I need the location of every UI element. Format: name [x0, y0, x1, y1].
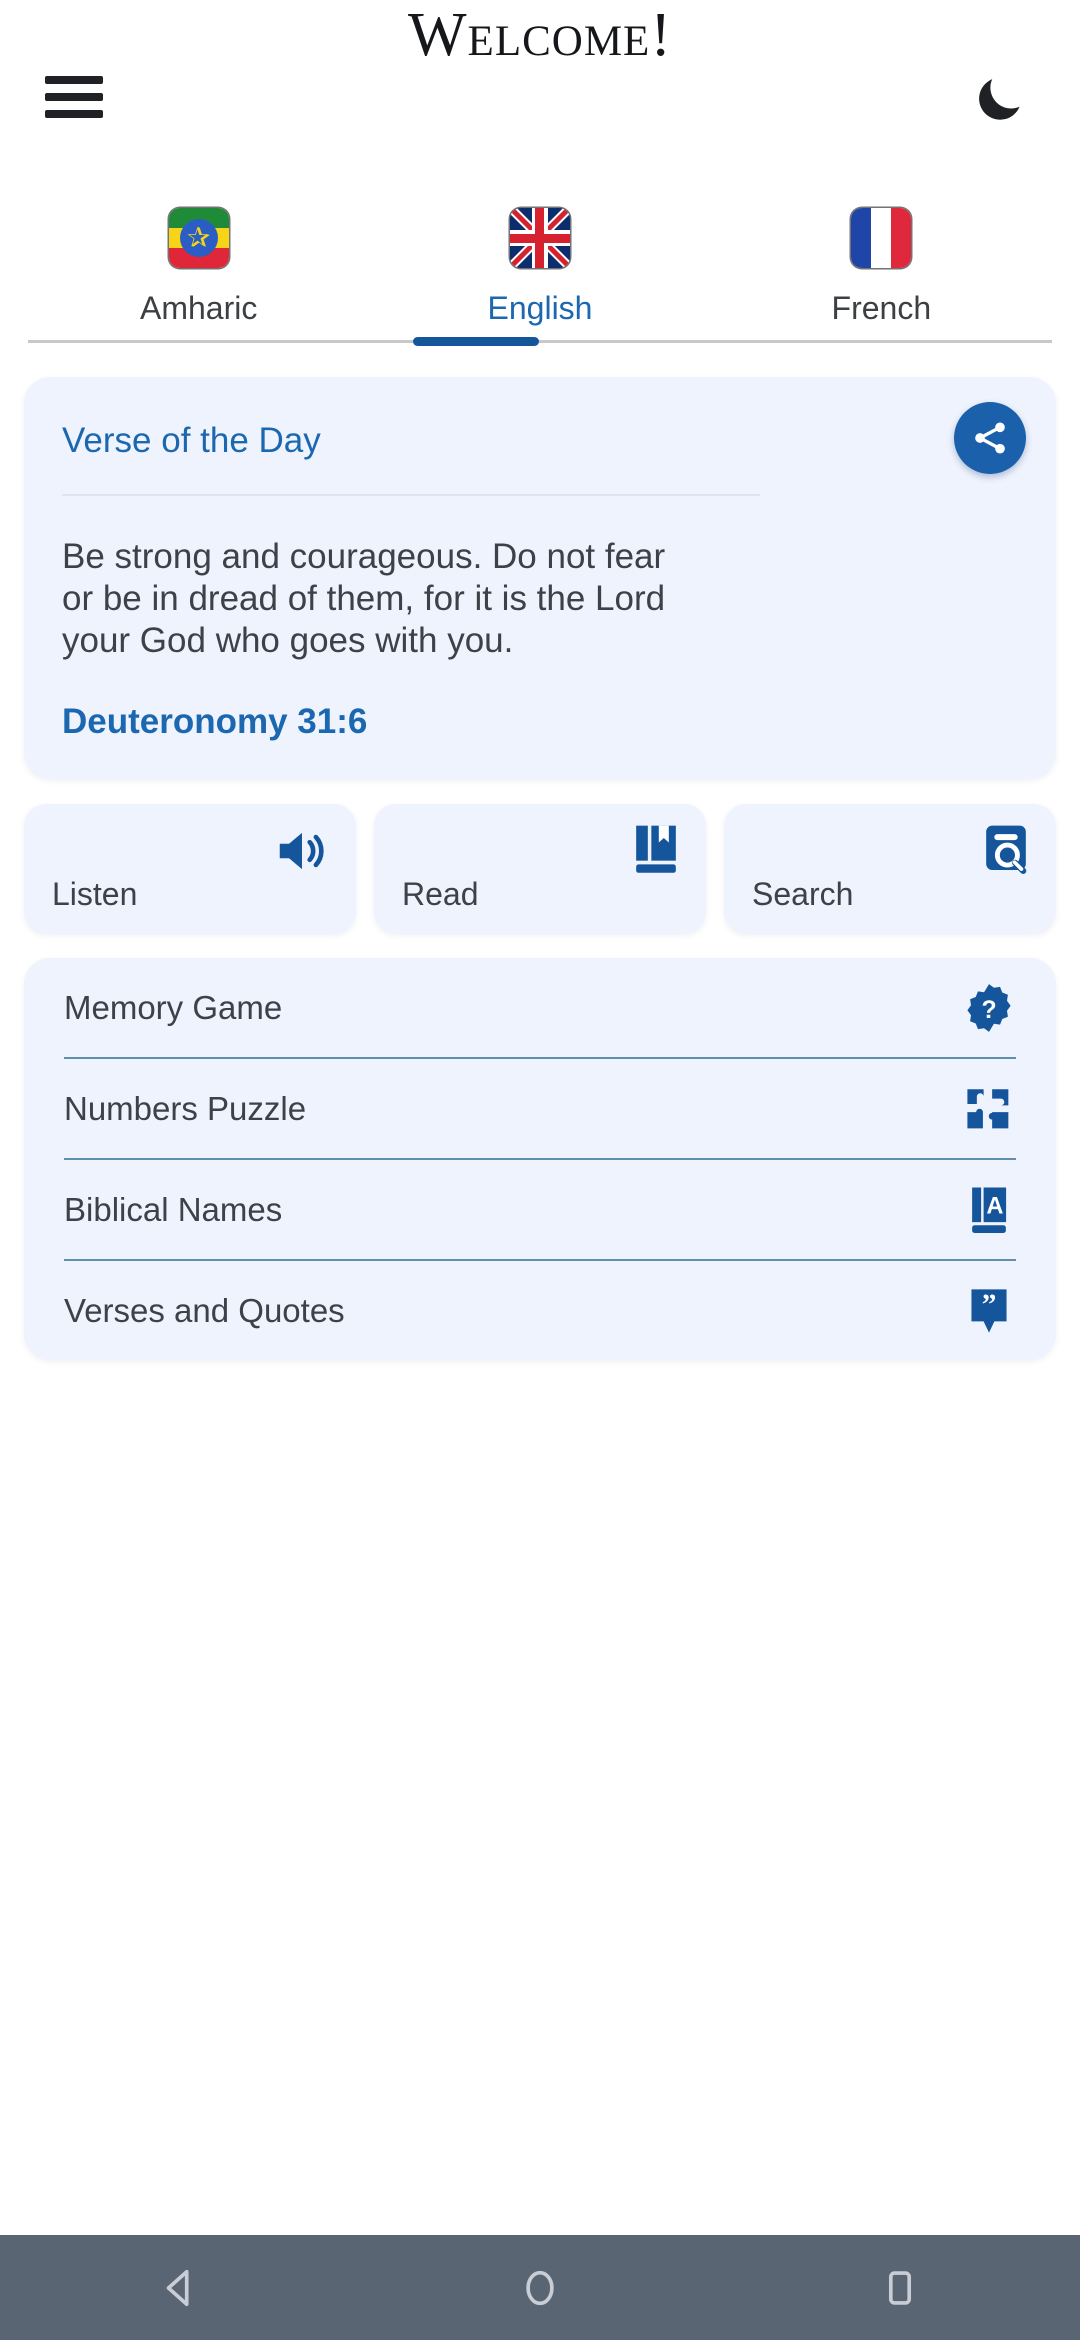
flag-ethiopia-disc: ✰ — [179, 219, 218, 257]
question-badge-icon: ? — [952, 981, 1016, 1035]
moon-icon[interactable] — [970, 70, 1028, 128]
svg-text:?: ? — [981, 996, 996, 1023]
uk-cross-red-h — [509, 233, 570, 243]
flag-united-kingdom-icon — [509, 208, 570, 268]
list-item-memory-game[interactable]: Memory Game ? — [64, 958, 1016, 1057]
flag-ethiopia-star: ✰ — [186, 222, 211, 253]
page-title: Welcome! — [408, 1, 672, 69]
app-bar: Welcome! — [0, 0, 1080, 130]
tile-label-read: Read — [402, 876, 479, 912]
verse-card-heading: Verse of the Day — [62, 421, 321, 460]
hamburger-menu-icon[interactable] — [45, 72, 103, 122]
menu-bar-2 — [45, 93, 103, 101]
book-search-icon — [978, 820, 1034, 883]
main-content: Verse of the Day Be strong and courageou… — [0, 343, 1080, 2235]
puzzle-pieces-icon — [952, 1082, 1016, 1136]
volume-speaker-icon — [272, 820, 334, 887]
tile-read[interactable]: Read — [374, 804, 706, 934]
svg-text:”: ” — [982, 1289, 997, 1321]
circle-home-icon — [526, 2270, 554, 2305]
nav-home-button[interactable] — [450, 2235, 630, 2340]
tab-english[interactable]: English — [369, 208, 710, 340]
tile-listen[interactable]: Listen — [24, 804, 356, 934]
tile-label-search: Search — [752, 876, 854, 912]
square-recents-icon — [888, 2270, 912, 2305]
tab-label-amharic: Amharic — [139, 290, 258, 326]
app-screen: Welcome! ✰ Amharic English French Verse … — [0, 0, 1080, 2340]
flag-ethiopia-icon: ✰ — [168, 208, 229, 268]
menu-bar-3 — [45, 110, 103, 118]
list-item-verses-and-quotes[interactable]: Verses and Quotes ” — [64, 1261, 1016, 1360]
list-item-biblical-names[interactable]: Biblical Names A — [64, 1160, 1016, 1259]
feature-list-card: Memory Game ? Numbers Puzzle Biblical Na… — [24, 958, 1056, 1360]
list-item-label: Verses and Quotes — [64, 1292, 345, 1329]
tab-active-indicator — [413, 337, 540, 346]
tab-label-english: English — [487, 290, 593, 326]
svg-text:A: A — [986, 1193, 1003, 1219]
tab-french[interactable]: French — [711, 208, 1052, 340]
tabs-divider — [28, 337, 1052, 346]
share-icon — [975, 422, 1005, 454]
book-bookmark-icon — [628, 820, 684, 883]
book-letter-a-icon: A — [952, 1182, 1016, 1238]
list-item-numbers-puzzle[interactable]: Numbers Puzzle — [64, 1059, 1016, 1158]
action-tiles: Listen Read Search — [24, 804, 1056, 934]
android-navigation-bar — [0, 2235, 1080, 2340]
tab-label-french: French — [831, 290, 932, 326]
nav-back-button[interactable] — [90, 2235, 270, 2340]
list-item-label: Biblical Names — [64, 1191, 283, 1228]
quote-bubble-icon: ” — [952, 1283, 1016, 1339]
menu-bar-1 — [45, 76, 103, 84]
verse-text: Be strong and courageous. Do not fear or… — [62, 537, 666, 660]
list-item-label: Numbers Puzzle — [64, 1090, 307, 1127]
verse-of-the-day-card: Verse of the Day Be strong and courageou… — [24, 377, 1056, 779]
list-item-label: Memory Game — [64, 989, 283, 1026]
tile-search[interactable]: Search — [724, 804, 1056, 934]
triangle-back-icon — [166, 2269, 189, 2306]
tab-amharic[interactable]: ✰ Amharic — [28, 208, 369, 340]
language-tabs: ✰ Amharic English French — [0, 208, 1080, 346]
nav-recents-button[interactable] — [810, 2235, 990, 2340]
share-button[interactable] — [954, 402, 1026, 474]
verse-card-rule — [62, 494, 760, 496]
flag-france-icon — [851, 208, 912, 268]
tile-label-listen: Listen — [52, 876, 138, 912]
verse-reference: Deuteronomy 31:6 — [62, 702, 368, 741]
